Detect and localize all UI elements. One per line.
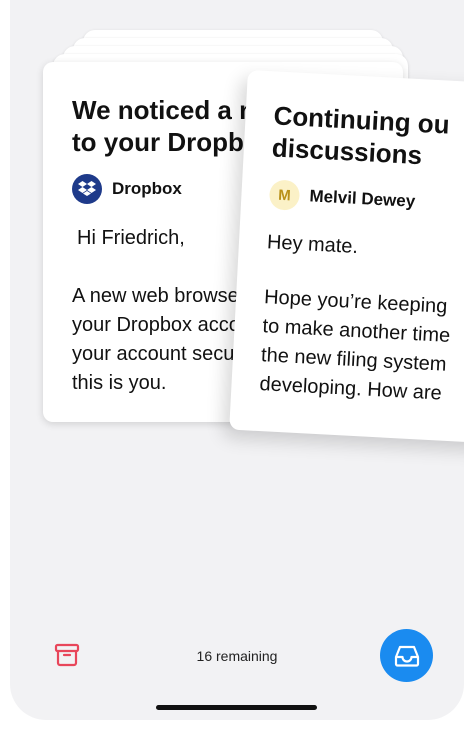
- body-line: your Dropbox accou: [72, 314, 251, 336]
- card-title: Continuing ou discussions: [271, 100, 451, 171]
- home-indicator[interactable]: [156, 705, 317, 710]
- dropbox-logo-icon: [72, 174, 102, 204]
- sender-name: Dropbox: [112, 179, 182, 198]
- bottom-toolbar: 16 remaining: [10, 620, 464, 690]
- sender-row: Dropbox: [72, 174, 182, 204]
- inbox-button[interactable]: [380, 629, 433, 682]
- email-card-melvil-dewey[interactable]: Continuing ou discussions M Melvil Dewey…: [229, 70, 464, 445]
- greeting: Hey mate.: [266, 231, 359, 258]
- sender-name: Melvil Dewey: [308, 186, 416, 211]
- inbox-icon: [394, 645, 419, 667]
- body-line: this is you.: [72, 372, 167, 394]
- body-line: to make another time: [262, 315, 451, 347]
- body-line: developing. How are: [259, 373, 443, 405]
- body-line: your account secur: [72, 343, 241, 365]
- sender-avatar: M: [268, 179, 301, 211]
- body-line: A new web browser: [72, 285, 246, 307]
- sender-row: M Melvil Dewey: [268, 179, 416, 217]
- phone-screen: We noticed a ne to your Dropbox Dropbox …: [10, 0, 464, 720]
- body-line: the new filing system: [260, 344, 448, 376]
- greeting: Hi Friedrich,: [77, 227, 185, 249]
- body-line: Hope you’re keeping: [263, 286, 448, 318]
